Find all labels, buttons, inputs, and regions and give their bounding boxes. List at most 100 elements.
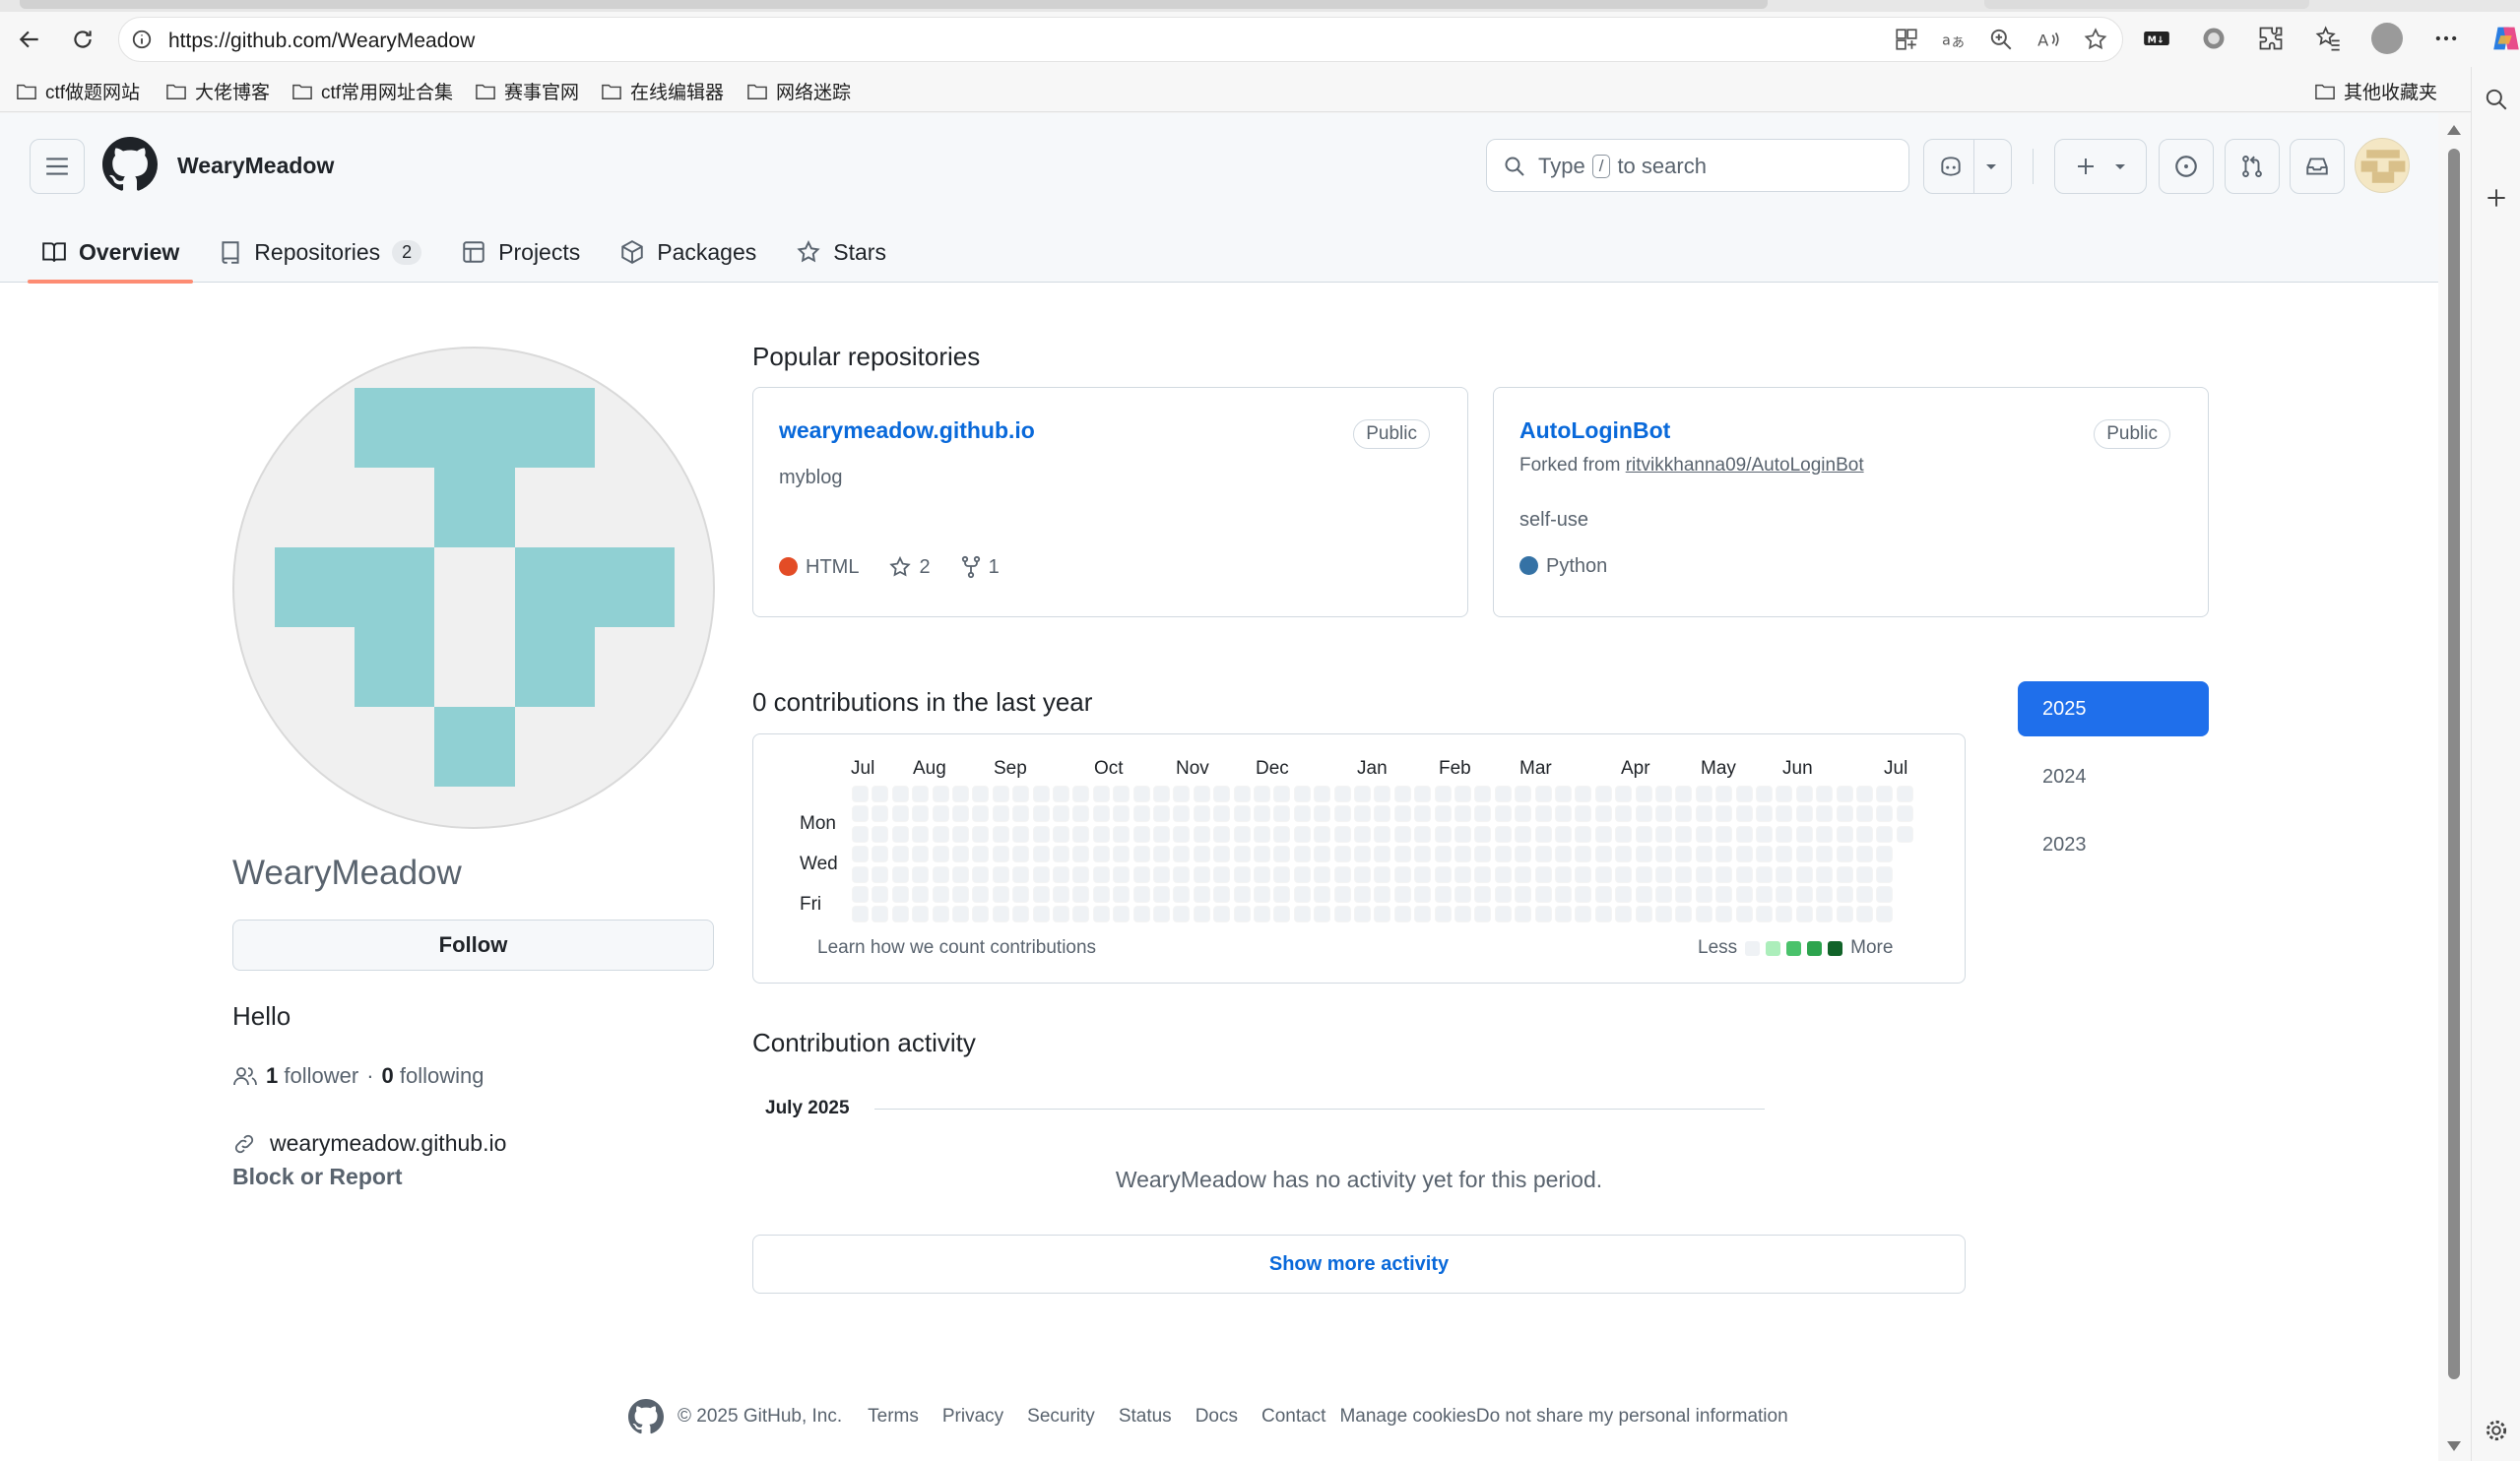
repo-name-link[interactable]: AutoLoginBot	[1519, 417, 1670, 444]
contribution-day-cell[interactable]	[1635, 886, 1652, 903]
contribution-day-cell[interactable]	[1254, 805, 1270, 823]
contribution-day-cell[interactable]	[1816, 786, 1834, 802]
footer-link-manage-cookies[interactable]: Manage cookies	[1339, 1406, 1475, 1428]
contribution-day-cell[interactable]	[1333, 825, 1351, 843]
bookmark-folder[interactable]: ctf常用网址合集	[291, 78, 453, 104]
contribution-day-cell[interactable]	[1735, 906, 1753, 923]
contribution-day-cell[interactable]	[1594, 906, 1612, 923]
contribution-day-cell[interactable]	[872, 846, 889, 863]
contribution-day-cell[interactable]	[1776, 825, 1793, 843]
contribution-day-cell[interactable]	[1254, 825, 1270, 843]
contribution-day-cell[interactable]	[1756, 865, 1773, 883]
contribution-day-cell[interactable]	[1293, 846, 1311, 863]
contribution-day-cell[interactable]	[1494, 886, 1512, 903]
contribution-day-cell[interactable]	[1393, 805, 1411, 823]
contribution-day-cell[interactable]	[872, 825, 889, 843]
extension-circle-icon[interactable]	[2200, 25, 2228, 52]
contribution-day-cell[interactable]	[1333, 786, 1351, 802]
contribution-day-cell[interactable]	[1273, 805, 1291, 823]
contribution-day-cell[interactable]	[1474, 906, 1492, 923]
repo-name-link[interactable]: wearymeadow.github.io	[779, 417, 1035, 444]
forked-source-link[interactable]: ritvikkhanna09/AutoLoginBot	[1626, 455, 1864, 476]
contribution-day-cell[interactable]	[1454, 846, 1471, 863]
contribution-day-cell[interactable]	[1675, 825, 1693, 843]
contribution-day-cell[interactable]	[952, 825, 969, 843]
contribution-day-cell[interactable]	[1534, 786, 1552, 802]
contribution-day-cell[interactable]	[1213, 906, 1231, 923]
contribution-day-cell[interactable]	[1515, 786, 1532, 802]
contribution-day-cell[interactable]	[1132, 906, 1150, 923]
contribution-day-cell[interactable]	[1715, 786, 1733, 802]
contribution-day-cell[interactable]	[1555, 906, 1572, 923]
contribution-day-cell[interactable]	[1675, 846, 1693, 863]
footer-link-security[interactable]: Security	[1027, 1406, 1095, 1428]
github-logo-icon[interactable]	[628, 1399, 664, 1434]
contribution-day-cell[interactable]	[1233, 786, 1251, 802]
contribution-day-cell[interactable]	[1856, 906, 1873, 923]
contribution-day-cell[interactable]	[1012, 805, 1030, 823]
contribution-day-cell[interactable]	[1856, 846, 1873, 863]
contribution-day-cell[interactable]	[1193, 825, 1210, 843]
contribution-day-cell[interactable]	[972, 805, 990, 823]
contribution-day-cell[interactable]	[1434, 846, 1452, 863]
contribution-day-cell[interactable]	[1072, 825, 1090, 843]
contribution-day-cell[interactable]	[1675, 805, 1693, 823]
favorites-icon[interactable]	[2314, 25, 2342, 52]
contribution-day-cell[interactable]	[1072, 865, 1090, 883]
contribution-day-cell[interactable]	[1132, 786, 1150, 802]
contribution-day-cell[interactable]	[1816, 846, 1834, 863]
contribution-day-cell[interactable]	[912, 805, 930, 823]
contribution-day-cell[interactable]	[1695, 865, 1712, 883]
contribution-day-cell[interactable]	[1494, 846, 1512, 863]
contribution-day-cell[interactable]	[1735, 805, 1753, 823]
contribution-day-cell[interactable]	[1092, 906, 1110, 923]
contribution-day-cell[interactable]	[1575, 825, 1592, 843]
contribution-day-cell[interactable]	[1836, 825, 1853, 843]
issues-button[interactable]	[2159, 139, 2214, 194]
contribution-day-cell[interactable]	[872, 805, 889, 823]
contribution-day-cell[interactable]	[1314, 805, 1331, 823]
contribution-day-cell[interactable]	[1173, 886, 1191, 903]
contribution-day-cell[interactable]	[1635, 846, 1652, 863]
contribution-day-cell[interactable]	[1193, 906, 1210, 923]
show-more-activity-button[interactable]: Show more activity	[752, 1235, 1966, 1294]
contribution-day-cell[interactable]	[872, 786, 889, 802]
contribution-day-cell[interactable]	[1615, 865, 1633, 883]
contribution-day-cell[interactable]	[872, 906, 889, 923]
contribution-day-cell[interactable]	[952, 805, 969, 823]
tab-packages[interactable]: Packages	[606, 222, 770, 283]
tab-overview[interactable]: Overview	[28, 222, 194, 284]
contribution-day-cell[interactable]	[1655, 805, 1672, 823]
contribution-day-cell[interactable]	[1333, 886, 1351, 903]
contribution-day-cell[interactable]	[1233, 805, 1251, 823]
contribution-day-cell[interactable]	[1233, 886, 1251, 903]
contribution-day-cell[interactable]	[1053, 906, 1069, 923]
pull-requests-button[interactable]	[2225, 139, 2280, 194]
bookmark-folder[interactable]: 大佬博客	[165, 78, 270, 104]
contribution-day-cell[interactable]	[1816, 906, 1834, 923]
contribution-day-cell[interactable]	[1293, 825, 1311, 843]
contribution-day-cell[interactable]	[1715, 825, 1733, 843]
contribution-day-cell[interactable]	[1293, 786, 1311, 802]
contribution-day-cell[interactable]	[912, 906, 930, 923]
contribution-day-cell[interactable]	[912, 786, 930, 802]
contribution-day-cell[interactable]	[1896, 825, 1913, 843]
footer-link-do-not-share[interactable]: Do not share my personal information	[1476, 1406, 1788, 1428]
contribution-day-cell[interactable]	[1534, 886, 1552, 903]
contribution-day-cell[interactable]	[1735, 786, 1753, 802]
contribution-day-cell[interactable]	[1575, 886, 1592, 903]
contribution-day-cell[interactable]	[1314, 825, 1331, 843]
contribution-day-cell[interactable]	[1173, 846, 1191, 863]
contribution-day-cell[interactable]	[852, 825, 869, 843]
contribution-day-cell[interactable]	[932, 865, 949, 883]
contribution-day-cell[interactable]	[1575, 906, 1592, 923]
contribution-day-cell[interactable]	[952, 865, 969, 883]
contribution-day-cell[interactable]	[1735, 846, 1753, 863]
contribution-day-cell[interactable]	[1474, 825, 1492, 843]
contribution-day-cell[interactable]	[1293, 865, 1311, 883]
contribution-day-cell[interactable]	[1876, 886, 1894, 903]
contribution-day-cell[interactable]	[1233, 865, 1251, 883]
contribution-day-cell[interactable]	[1193, 846, 1210, 863]
contribution-day-cell[interactable]	[1434, 886, 1452, 903]
contribution-day-cell[interactable]	[1494, 805, 1512, 823]
